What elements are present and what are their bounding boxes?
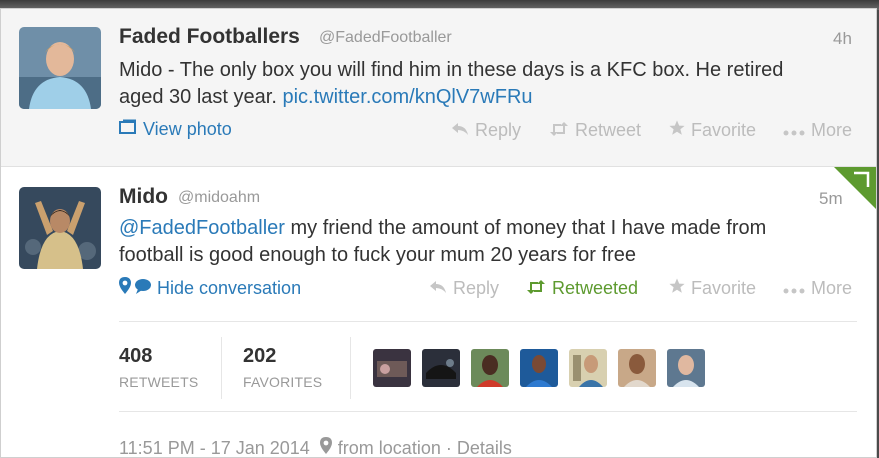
favorite-label: Favorite <box>691 278 757 298</box>
reply-button[interactable]: Reply <box>451 120 521 141</box>
mention-link[interactable]: @FadedFootballer <box>119 217 285 239</box>
more-button[interactable]: More <box>783 278 852 299</box>
divider <box>350 337 351 399</box>
reply-button[interactable]: Reply <box>429 278 499 299</box>
author-name[interactable]: Mido <box>119 185 168 209</box>
retweet-icon <box>526 278 546 299</box>
favorite-label: Favorite <box>691 120 757 140</box>
avatar[interactable] <box>19 187 101 269</box>
more-label: More <box>811 278 853 298</box>
favoriter-avatar[interactable] <box>618 349 656 387</box>
favorites-label[interactable]: FAVORITES <box>243 374 322 390</box>
speech-bubble-icon <box>135 278 151 299</box>
tweet-text: aged 30 last year. <box>119 86 283 108</box>
tweet-mido[interactable]: Mido @midoahm 5m @FadedFootballer my fri… <box>1 167 876 458</box>
separator: · <box>445 437 452 458</box>
star-icon <box>669 278 685 299</box>
retweet-icon <box>549 120 569 141</box>
tweet-time[interactable]: 5m <box>819 189 843 209</box>
more-button[interactable]: More <box>783 120 852 141</box>
hide-conversation-button[interactable]: Hide conversation <box>119 277 301 299</box>
tweet-text-line-1: @FadedFootballer my friend the amount of… <box>119 215 766 242</box>
details-link[interactable]: Details <box>457 438 512 458</box>
retweet-button[interactable]: Retweet <box>549 120 641 141</box>
favorite-button[interactable]: Favorite <box>669 278 756 299</box>
retweets-count[interactable]: 408 <box>119 345 152 368</box>
reply-label: Reply <box>453 278 500 298</box>
location-label[interactable]: from location <box>338 438 441 458</box>
reply-label: Reply <box>475 120 522 140</box>
view-photo-button[interactable]: View photo <box>119 119 232 140</box>
tweet-text-line-2: football is good enough to fuck your mum… <box>119 244 636 266</box>
favoriter-avatar[interactable] <box>520 349 558 387</box>
location-pin-icon <box>319 437 332 458</box>
author-name[interactable]: Faded Footballers <box>119 25 300 49</box>
favorite-button[interactable]: Favorite <box>669 120 756 141</box>
favoriter-avatar[interactable] <box>569 349 607 387</box>
retweets-label[interactable]: RETWEETS <box>119 374 198 390</box>
tweet-text: my friend the amount of money that I hav… <box>284 217 767 239</box>
favoriter-avatar[interactable] <box>373 349 411 387</box>
reply-icon <box>451 120 469 141</box>
more-dots-icon <box>783 278 805 299</box>
divider <box>119 321 857 322</box>
view-photo-label: View photo <box>143 119 232 139</box>
tweet-timestamp[interactable]: 11:51 PM - 17 Jan 2014 <box>119 438 310 458</box>
tweet-time[interactable]: 4h <box>833 29 852 49</box>
favoriter-avatar[interactable] <box>667 349 705 387</box>
star-icon <box>669 120 685 141</box>
location-pin-icon <box>119 277 131 299</box>
author-handle[interactable]: @FadedFootballer <box>319 29 452 47</box>
tweet-text-line-1: Mido - The only box you will find him in… <box>119 59 784 81</box>
photo-link[interactable]: pic.twitter.com/knQlV7wFRu <box>282 86 532 108</box>
author-handle[interactable]: @midoahm <box>178 189 260 207</box>
retweet-label: Retweet <box>575 120 642 140</box>
divider <box>119 411 857 412</box>
photo-icon <box>119 119 137 140</box>
more-label: More <box>811 120 853 140</box>
tweet-panel: Faded Footballers @FadedFootballer 4h Mi… <box>0 8 877 458</box>
favoriter-avatar[interactable] <box>422 349 460 387</box>
tweet-text-line-2: aged 30 last year. pic.twitter.com/knQlV… <box>119 84 533 111</box>
tweet-faded-footballers[interactable]: Faded Footballers @FadedFootballer 4h Mi… <box>1 9 876 167</box>
avatar[interactable] <box>19 27 101 109</box>
reply-icon <box>429 278 447 299</box>
divider <box>221 337 222 399</box>
tweet-footer: 11:51 PM - 17 Jan 2014 from location · D… <box>119 437 512 458</box>
favoriter-avatar[interactable] <box>471 349 509 387</box>
hide-conversation-label: Hide conversation <box>157 277 302 298</box>
retweeted-button[interactable]: Retweeted <box>526 278 638 299</box>
retweeted-label: Retweeted <box>552 278 639 298</box>
more-dots-icon <box>783 120 805 141</box>
favorites-count[interactable]: 202 <box>243 345 276 368</box>
